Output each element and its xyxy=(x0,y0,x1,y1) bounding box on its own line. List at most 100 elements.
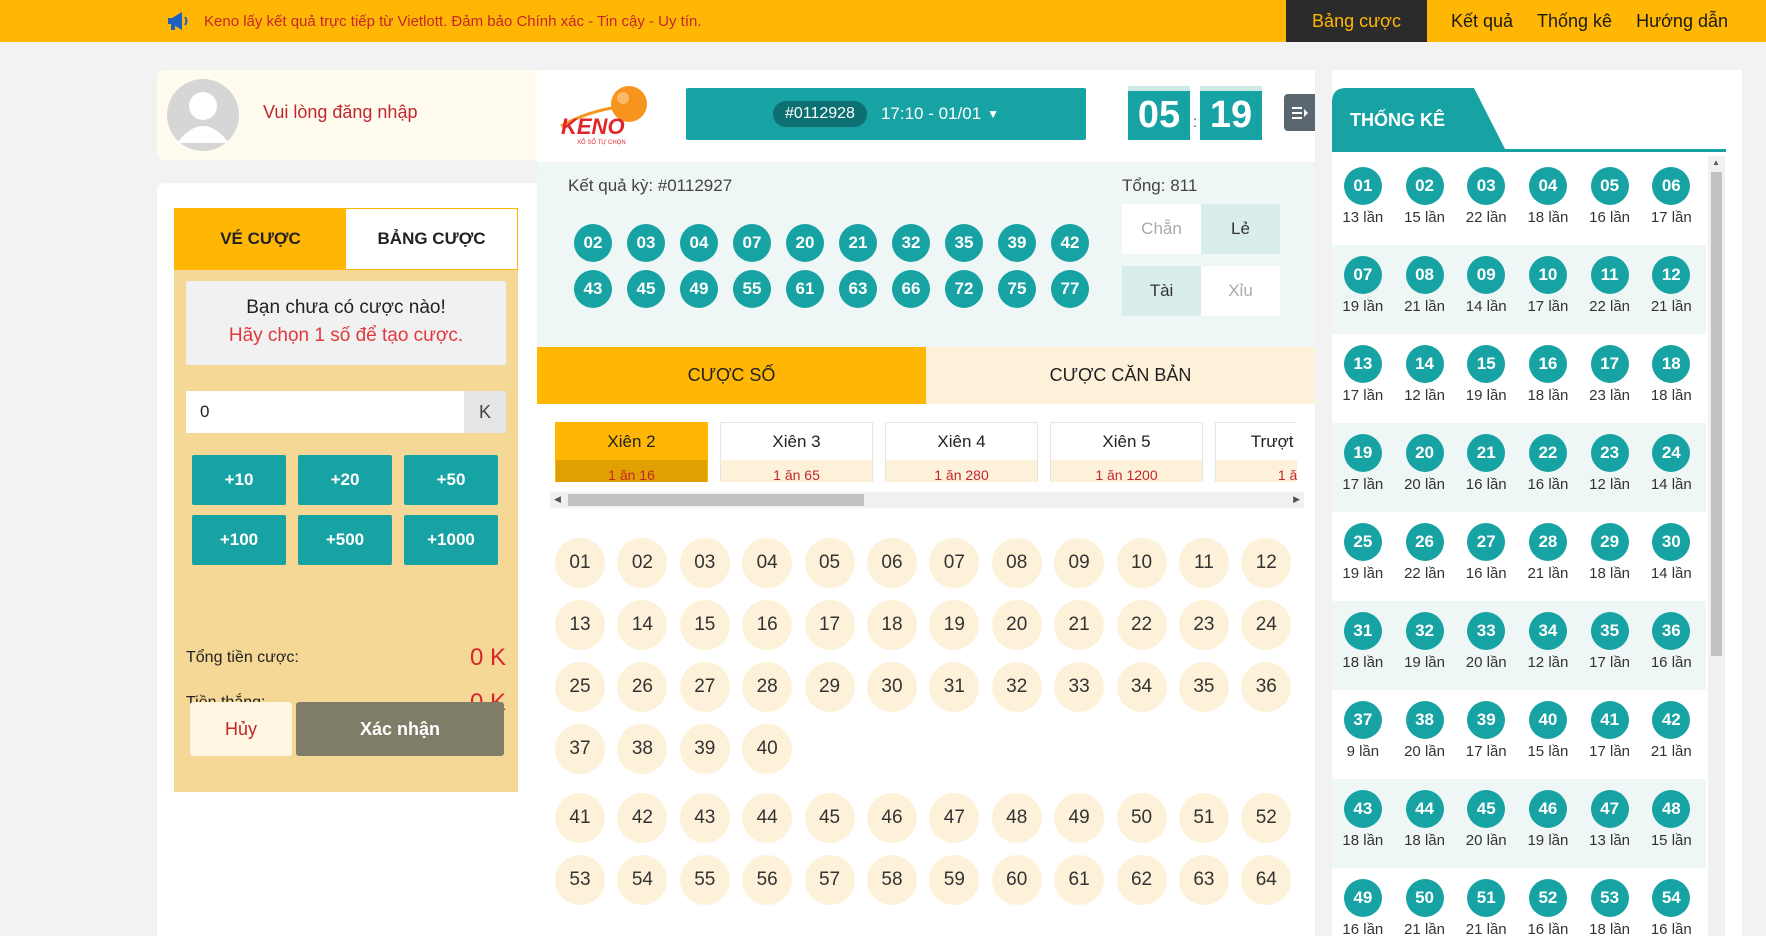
stats-item: 01 13 lần xyxy=(1332,156,1394,245)
number-ball[interactable]: 36 xyxy=(1241,662,1292,712)
quick-amount-1000[interactable]: +1000 xyxy=(404,515,498,565)
cancel-button[interactable]: Hủy xyxy=(190,702,292,756)
number-ball[interactable]: 04 xyxy=(742,538,793,588)
number-ball[interactable]: 06 xyxy=(866,538,917,588)
number-ball[interactable]: 24 xyxy=(1241,600,1292,650)
tab-ve-cuoc[interactable]: VÉ CƯỢC xyxy=(175,209,346,269)
number-ball[interactable]: 62 xyxy=(1116,855,1167,905)
number-ball[interactable]: 18 xyxy=(866,600,917,650)
number-ball[interactable]: 27 xyxy=(679,662,730,712)
number-ball[interactable]: 59 xyxy=(929,855,980,905)
bet-option-card[interactable]: Xiên 5 1 ăn 1200 xyxy=(1050,422,1203,482)
number-ball[interactable]: 52 xyxy=(1241,793,1292,843)
sidebar-toggle-button[interactable] xyxy=(1284,94,1315,131)
draw-selector[interactable]: #0112928 17:10 - 01/01 ▼ xyxy=(686,88,1086,140)
number-ball[interactable]: 32 xyxy=(991,662,1042,712)
confirm-button[interactable]: Xác nhận xyxy=(296,702,504,756)
number-ball[interactable]: 31 xyxy=(929,662,980,712)
vertical-scrollbar[interactable]: ▲ xyxy=(1708,156,1725,936)
number-ball[interactable]: 64 xyxy=(1241,855,1292,905)
number-ball[interactable]: 47 xyxy=(929,793,980,843)
number-ball[interactable]: 43 xyxy=(679,793,730,843)
number-ball[interactable]: 16 xyxy=(742,600,793,650)
number-ball[interactable]: 37 xyxy=(555,724,605,774)
number-ball[interactable]: 55 xyxy=(679,855,730,905)
number-ball[interactable]: 03 xyxy=(679,538,730,588)
bet-option-card[interactable]: Xiên 4 1 ăn 280 xyxy=(885,422,1038,482)
number-ball[interactable]: 61 xyxy=(1054,855,1105,905)
vertical-scrollbar-thumb[interactable] xyxy=(1711,172,1722,656)
number-ball[interactable]: 51 xyxy=(1178,793,1229,843)
number-ball[interactable]: 11 xyxy=(1178,538,1229,588)
number-ball[interactable]: 09 xyxy=(1054,538,1105,588)
number-ball[interactable]: 05 xyxy=(804,538,855,588)
number-ball[interactable]: 33 xyxy=(1054,662,1105,712)
bet-option-card[interactable]: Trượt Xiên 1 ăn xyxy=(1215,422,1297,482)
number-ball[interactable]: 39 xyxy=(679,724,730,774)
scroll-up-icon[interactable]: ▲ xyxy=(1712,158,1720,167)
number-ball[interactable]: 02 xyxy=(617,538,668,588)
nav-thong-ke[interactable]: Thống kê xyxy=(1525,0,1624,42)
number-ball[interactable]: 45 xyxy=(804,793,855,843)
quick-amount-10[interactable]: +10 xyxy=(192,455,286,505)
number-ball[interactable]: 58 xyxy=(866,855,917,905)
amount-input[interactable] xyxy=(186,391,464,433)
number-ball[interactable]: 49 xyxy=(1054,793,1105,843)
number-ball[interactable]: 50 xyxy=(1116,793,1167,843)
number-ball[interactable]: 40 xyxy=(742,724,793,774)
number-ball[interactable]: 12 xyxy=(1241,538,1292,588)
quick-amount-20[interactable]: +20 xyxy=(298,455,392,505)
number-ball[interactable]: 13 xyxy=(555,600,605,650)
number-ball[interactable]: 60 xyxy=(991,855,1042,905)
scroll-right-icon[interactable]: ▶ xyxy=(1293,494,1300,505)
number-ball[interactable]: 44 xyxy=(742,793,793,843)
number-ball[interactable]: 23 xyxy=(1178,600,1229,650)
horizontal-scrollbar[interactable]: ◀ ▶ xyxy=(550,492,1304,508)
stats-ball: 06 xyxy=(1652,167,1691,205)
number-ball[interactable]: 26 xyxy=(617,662,668,712)
number-ball[interactable]: 29 xyxy=(804,662,855,712)
number-ball[interactable]: 46 xyxy=(866,793,917,843)
number-ball[interactable]: 10 xyxy=(1116,538,1167,588)
avatar[interactable] xyxy=(167,79,239,151)
number-ball[interactable]: 38 xyxy=(617,724,668,774)
number-ball[interactable]: 25 xyxy=(555,662,605,712)
login-link[interactable]: Vui lòng đăng nhập xyxy=(263,102,417,123)
number-ball[interactable]: 15 xyxy=(679,600,730,650)
nav-ket-qua[interactable]: Kết quả xyxy=(1439,0,1525,42)
number-ball[interactable]: 17 xyxy=(804,600,855,650)
quick-amount-500[interactable]: +500 xyxy=(298,515,392,565)
number-ball[interactable]: 48 xyxy=(991,793,1042,843)
number-ball[interactable]: 63 xyxy=(1178,855,1229,905)
number-ball[interactable]: 08 xyxy=(991,538,1042,588)
number-ball[interactable]: 30 xyxy=(866,662,917,712)
number-ball[interactable]: 22 xyxy=(1116,600,1167,650)
number-ball[interactable]: 01 xyxy=(555,538,605,588)
tab-bang-cuoc[interactable]: BẢNG CƯỢC xyxy=(346,209,517,269)
number-ball[interactable]: 56 xyxy=(742,855,793,905)
number-ball[interactable]: 41 xyxy=(555,793,605,843)
quick-amount-50[interactable]: +50 xyxy=(404,455,498,505)
bet-option-card[interactable]: Xiên 2 1 ăn 16 xyxy=(555,422,708,482)
number-ball[interactable]: 07 xyxy=(929,538,980,588)
nav-bang-cuoc[interactable]: Bảng cược xyxy=(1286,0,1427,42)
tab-cuoc-so[interactable]: CƯỢC SỐ xyxy=(537,347,926,404)
number-ball[interactable]: 21 xyxy=(1054,600,1105,650)
number-ball[interactable]: 42 xyxy=(617,793,668,843)
tab-cuoc-can-ban[interactable]: CƯỢC CĂN BẢN xyxy=(926,347,1315,404)
number-ball[interactable]: 20 xyxy=(991,600,1042,650)
number-ball[interactable]: 54 xyxy=(617,855,668,905)
stats-count-number: 15 xyxy=(1650,832,1668,849)
scroll-left-icon[interactable]: ◀ xyxy=(554,494,561,505)
nav-huong-dan[interactable]: Hướng dẫn xyxy=(1624,0,1740,42)
bet-option-card[interactable]: Xiên 3 1 ăn 65 xyxy=(720,422,873,482)
number-ball[interactable]: 14 xyxy=(617,600,668,650)
scrollbar-thumb[interactable] xyxy=(568,494,864,506)
number-ball[interactable]: 34 xyxy=(1116,662,1167,712)
number-ball[interactable]: 35 xyxy=(1178,662,1229,712)
quick-amount-100[interactable]: +100 xyxy=(192,515,286,565)
number-ball[interactable]: 19 xyxy=(929,600,980,650)
number-ball[interactable]: 57 xyxy=(804,855,855,905)
number-ball[interactable]: 28 xyxy=(742,662,793,712)
number-ball[interactable]: 53 xyxy=(555,855,605,905)
